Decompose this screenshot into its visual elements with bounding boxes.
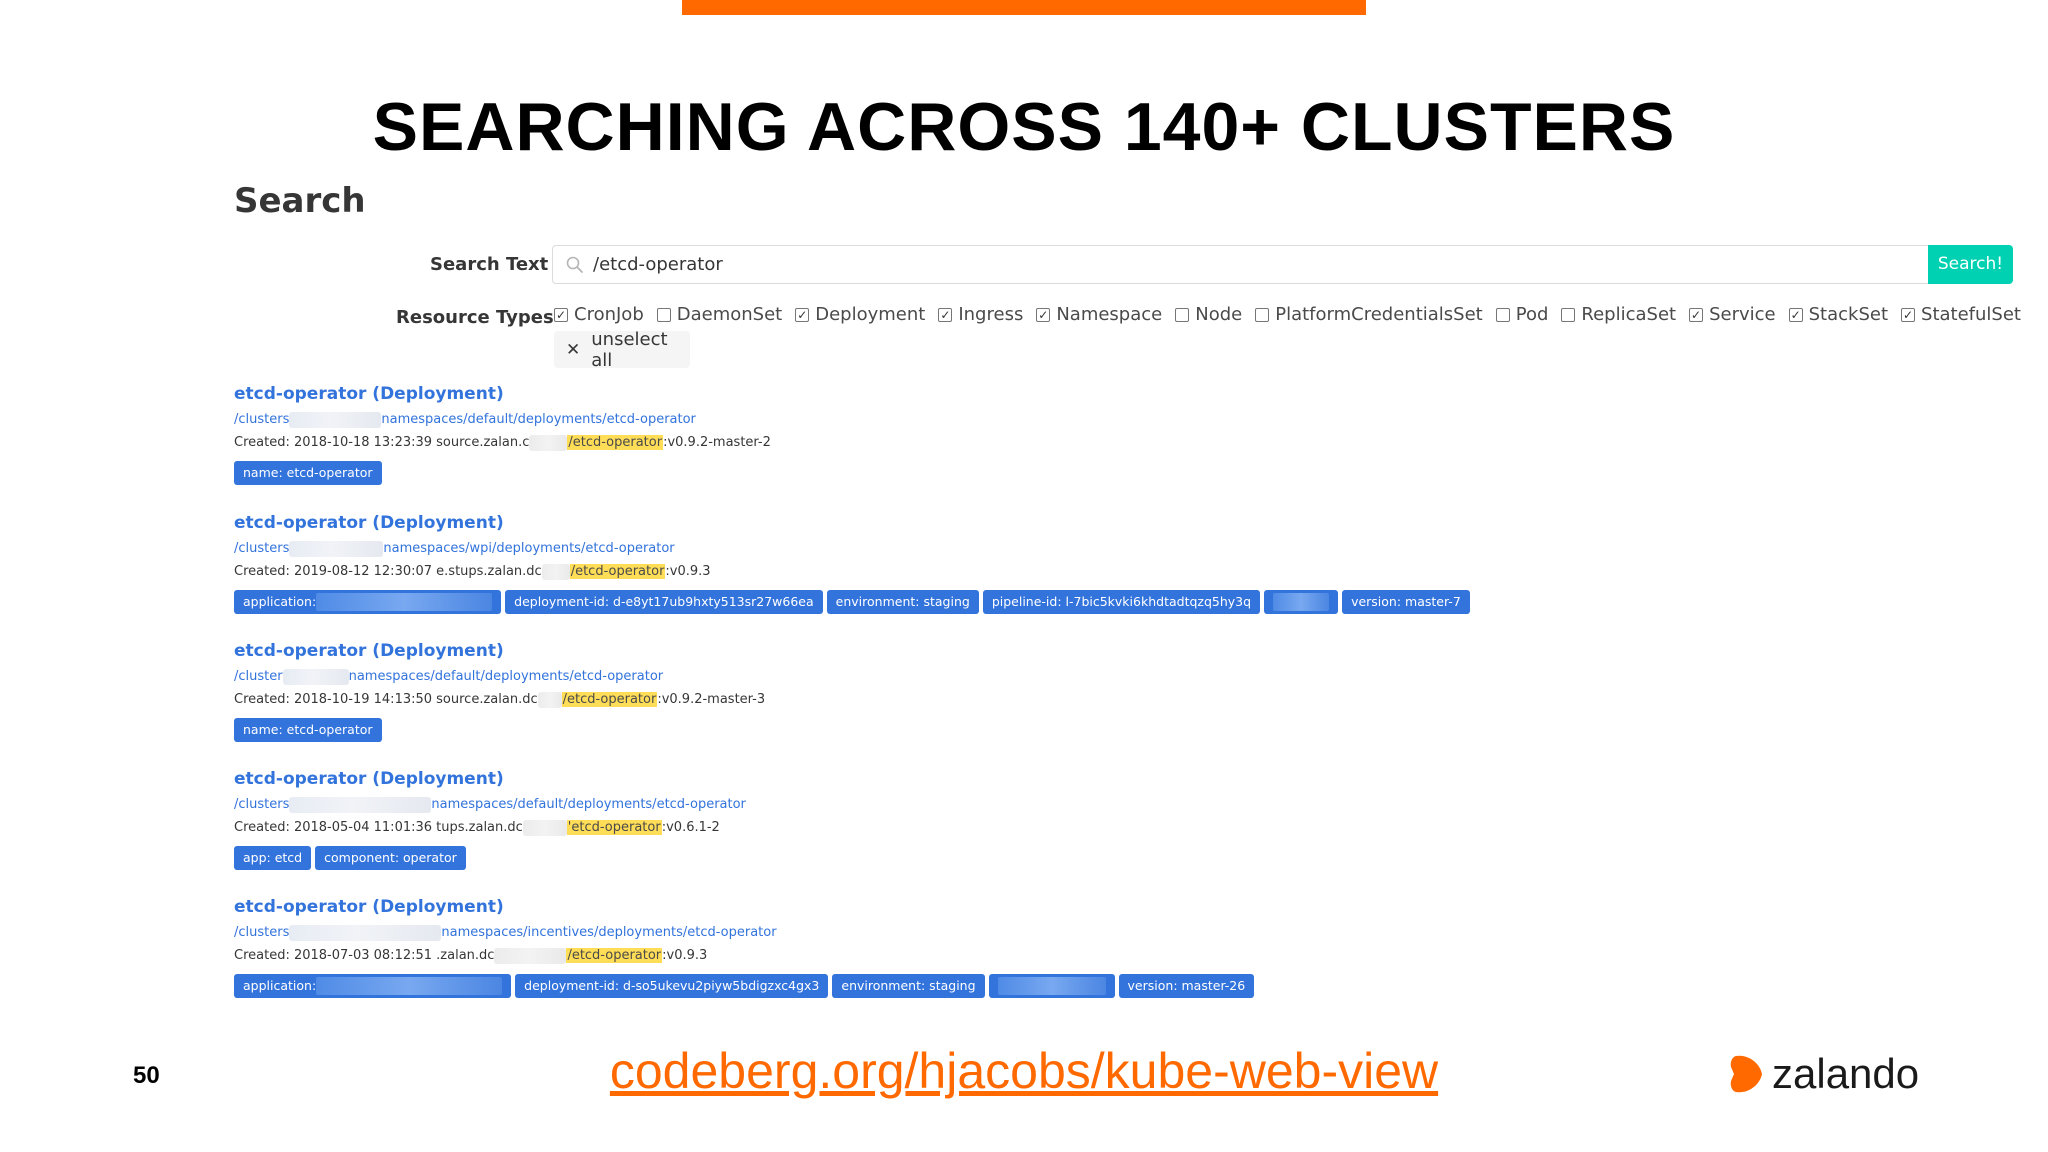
result-path-link[interactable]: /cluster namespaces/default/deployments/e… — [234, 668, 765, 686]
checkbox-service[interactable]: ✓ Service — [1689, 304, 1776, 325]
result-labels: app: etcd component: operator — [234, 846, 746, 870]
close-icon: ✕ — [566, 339, 581, 360]
result-path-link[interactable]: /clusters namespaces/default/deployments/… — [234, 411, 771, 429]
resource-types-label: Resource Types — [396, 307, 554, 328]
zalando-logo: zalando — [1726, 1050, 1919, 1098]
label-tag: version: master-26 — [1118, 974, 1255, 998]
checkbox-box[interactable]: ✓ — [795, 307, 810, 322]
label-tag — [988, 974, 1115, 998]
match-highlight: /etcd-operator — [561, 692, 658, 707]
checkbox-box[interactable] — [1175, 307, 1190, 322]
search-result: etcd-operator (Deployment) /clusters name… — [234, 768, 746, 870]
redacted-cluster — [289, 924, 442, 941]
redacted-cluster — [282, 668, 349, 685]
checkbox-node[interactable]: Node — [1175, 304, 1242, 325]
checkbox-cronjob[interactable]: ✓ CronJob — [554, 304, 644, 325]
result-created: Created: 2019-08-12 12:30:07 e.stups.zal… — [234, 563, 711, 580]
checkbox-ingress[interactable]: ✓ Ingress — [938, 304, 1023, 325]
label-tag: environment: staging — [832, 974, 985, 998]
result-created: Created: 2018-10-18 13:23:39 source.zala… — [234, 434, 771, 451]
redacted-image — [529, 434, 568, 451]
redacted-cluster — [289, 540, 384, 557]
match-highlight: /etcd-operator — [567, 435, 664, 450]
redacted-image — [537, 691, 562, 708]
checkbox-daemonset[interactable]: DaemonSet — [656, 304, 782, 325]
checkbox-box[interactable] — [1495, 307, 1510, 322]
result-created: Created: 2018-07-03 08:12:51 .zalan.dc/e… — [234, 947, 708, 964]
checkbox-pod[interactable]: Pod — [1495, 304, 1548, 325]
result-labels: name: etcd-operator — [234, 718, 765, 742]
result-path-link[interactable]: /clusters namespaces/wpi/deployments/etcd… — [234, 540, 1470, 558]
checkbox-statefulset[interactable]: ✓ StatefulSet — [1901, 304, 2021, 325]
label-tag: pipeline-id: l-7bic5kvki6khdtadtqzq5hy3q — [982, 590, 1261, 614]
zalando-wordmark: zalando — [1772, 1050, 1920, 1097]
search-result: etcd-operator (Deployment) /clusters name… — [234, 383, 771, 485]
label-tag: application: — [234, 974, 512, 998]
search-input[interactable]: /etcd-operator — [552, 245, 1928, 284]
label-tag: name: etcd-operator — [234, 718, 382, 742]
checkbox-box[interactable]: ✓ — [1788, 307, 1803, 322]
search-result: etcd-operator (Deployment) /clusters name… — [234, 896, 1255, 998]
checkbox-box[interactable]: ✓ — [554, 307, 568, 322]
redacted-value — [316, 977, 503, 995]
checkbox-box[interactable]: ✓ — [938, 307, 953, 322]
redacted-value — [316, 593, 493, 611]
redacted-image — [494, 947, 567, 964]
match-highlight: 'etcd-operator — [566, 820, 662, 835]
redacted-image — [522, 819, 567, 836]
resource-types-checkboxes: ✓ CronJob DaemonSet ✓ Deployment ✓ Ingress … — [554, 304, 2034, 325]
label-tag: environment: staging — [826, 590, 979, 614]
kube-web-view-screenshot: Search Search Text /etcd-operator Search… — [0, 0, 2048, 1030]
result-title-link[interactable]: etcd-operator (Deployment) — [234, 640, 765, 662]
checkbox-box[interactable]: ✓ — [1901, 307, 1916, 322]
search-result: etcd-operator (Deployment) /clusters name… — [234, 512, 1470, 614]
match-highlight: /etcd-operator — [569, 564, 666, 579]
label-tag: component: operator — [315, 846, 466, 870]
checkbox-box[interactable] — [1255, 307, 1270, 322]
checkbox-platformcredentialsset[interactable]: PlatformCredentialsSet — [1255, 304, 1483, 325]
result-title-link[interactable]: etcd-operator (Deployment) — [234, 383, 771, 405]
result-title-link[interactable]: etcd-operator (Deployment) — [234, 768, 746, 790]
redacted-cluster — [289, 411, 382, 428]
result-labels: application: deployment-id: d-e8yt17ub9h… — [234, 590, 1470, 614]
unselect-all-button[interactable]: ✕ unselect all — [554, 329, 690, 371]
result-title-link[interactable]: etcd-operator (Deployment) — [234, 896, 1254, 918]
result-title-link[interactable]: etcd-operator (Deployment) — [234, 512, 1470, 534]
search-text-label: Search Text — [430, 254, 549, 275]
checkbox-namespace[interactable]: ✓ Namespace — [1036, 304, 1162, 325]
checkbox-box[interactable]: ✓ — [1689, 307, 1704, 322]
search-input-value: /etcd-operator — [593, 254, 723, 275]
redacted-image — [541, 563, 570, 580]
redacted-value — [1273, 593, 1330, 611]
label-tag — [1264, 590, 1339, 614]
result-created: Created: 2018-10-19 14:13:50 source.zala… — [234, 691, 766, 708]
search-icon — [566, 256, 583, 273]
checkbox-stackset[interactable]: ✓ StackSet — [1788, 304, 1888, 325]
search-button[interactable]: Search! — [1928, 245, 2013, 284]
label-tag: version: master-7 — [1342, 590, 1470, 614]
checkbox-box[interactable] — [1561, 307, 1576, 322]
result-labels: name: etcd-operator — [234, 461, 771, 485]
label-tag: deployment-id: d-e8yt17ub9hxty513sr27w66… — [505, 590, 823, 614]
label-tag: deployment-id: d-so5ukevu2piyw5bdigzxc4g… — [515, 974, 829, 998]
redacted-cluster — [289, 796, 432, 813]
result-path-link[interactable]: /clusters namespaces/default/deployments/… — [234, 796, 746, 814]
result-path-link[interactable]: /clusters namespaces/incentives/deploymen… — [234, 924, 1254, 942]
checkbox-box[interactable] — [656, 307, 671, 322]
redacted-value — [997, 977, 1106, 995]
search-heading: Search — [234, 181, 366, 221]
search-result: etcd-operator (Deployment) /cluster names… — [234, 640, 765, 742]
label-tag: name: etcd-operator — [234, 461, 382, 485]
match-highlight: /etcd-operator — [566, 948, 663, 963]
checkbox-replicaset[interactable]: ReplicaSet — [1561, 304, 1676, 325]
label-tag: application: — [234, 590, 502, 614]
result-labels: application: deployment-id: d-so5ukevu2p… — [234, 974, 1255, 998]
label-tag: app: etcd — [234, 846, 312, 870]
zalando-logo-icon — [1730, 1055, 1762, 1093]
result-created: Created: 2018-05-04 11:01:36 tups.zalan.… — [234, 819, 720, 836]
checkbox-box[interactable]: ✓ — [1036, 307, 1051, 322]
checkbox-deployment[interactable]: ✓ Deployment — [795, 304, 925, 325]
